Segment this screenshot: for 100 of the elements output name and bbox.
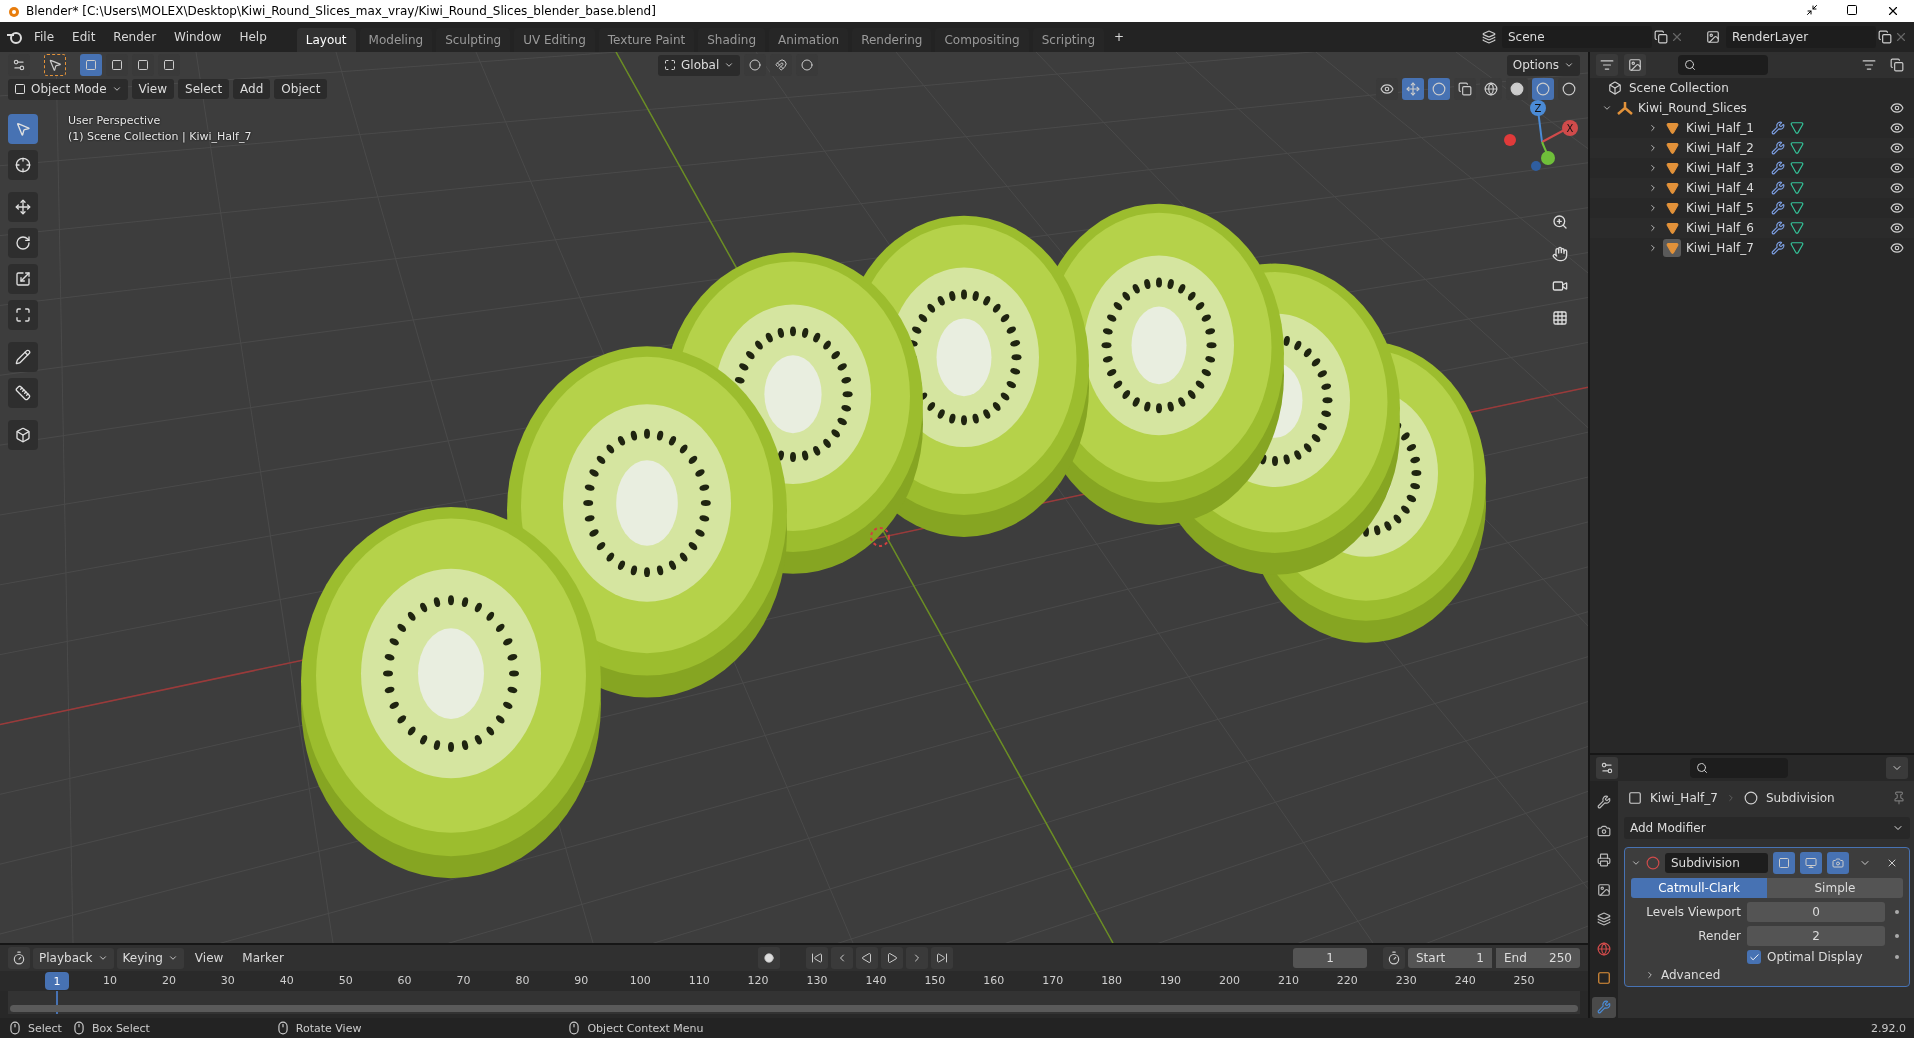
select-mode-icon[interactable] bbox=[80, 54, 102, 76]
overlay-toggle-icon[interactable] bbox=[1428, 78, 1450, 100]
add-cube-tool[interactable] bbox=[8, 420, 38, 450]
mesh-data-icon[interactable] bbox=[1790, 121, 1804, 135]
mesh-data-icon[interactable] bbox=[1790, 181, 1804, 195]
app-logo-icon[interactable] bbox=[6, 29, 24, 45]
prev-keyframe-icon[interactable] bbox=[830, 947, 853, 969]
editor-type-icon[interactable] bbox=[1596, 757, 1618, 779]
keyframe-dot-icon[interactable] bbox=[1895, 934, 1899, 938]
view-layer-icon[interactable] bbox=[1624, 54, 1646, 76]
outliner-item[interactable]: Kiwi_Half_4 bbox=[1686, 181, 1766, 195]
wrench-icon[interactable] bbox=[1771, 181, 1785, 195]
viewport-menu[interactable]: Add bbox=[233, 79, 271, 99]
outliner-item[interactable]: Kiwi_Round_Slices bbox=[1638, 101, 1885, 115]
render-layer-field[interactable]: RenderLayer bbox=[1726, 26, 1876, 48]
end-frame-field[interactable]: End 250 bbox=[1496, 948, 1580, 968]
wrench-icon[interactable] bbox=[1771, 241, 1785, 255]
scene-field[interactable]: Scene bbox=[1502, 26, 1652, 48]
outliner-item[interactable]: Kiwi_Half_6 bbox=[1686, 221, 1766, 235]
3d-viewport[interactable]: Global Options Object Mode View Select Add Object User Perspective (1) Scene Collection | Kiwi_Half_7 Z X bbox=[0, 52, 1588, 943]
outliner-item[interactable]: Kiwi_Half_7 bbox=[1686, 241, 1766, 255]
visibility-eye-icon[interactable] bbox=[1890, 201, 1904, 215]
mesh-data-icon[interactable] bbox=[1790, 201, 1804, 215]
wrench-icon[interactable] bbox=[1771, 141, 1785, 155]
visibility-eye-icon[interactable] bbox=[1890, 141, 1904, 155]
search-field[interactable] bbox=[1678, 55, 1768, 75]
workspace-tab[interactable]: Layout bbox=[296, 28, 356, 52]
measure-tool[interactable] bbox=[8, 378, 38, 408]
menu-item[interactable]: Edit bbox=[64, 27, 104, 47]
outliner-item[interactable]: Scene Collection bbox=[1629, 81, 1729, 95]
add-modifier-dropdown[interactable]: Add Modifier bbox=[1624, 817, 1910, 839]
options-dropdown[interactable]: Options bbox=[1506, 54, 1580, 76]
timeline-track[interactable] bbox=[8, 991, 1580, 1014]
wrench-icon[interactable] bbox=[1771, 121, 1785, 135]
mode-dropdown[interactable]: Object Mode bbox=[8, 78, 128, 100]
navigation-gizmo[interactable]: Z X bbox=[1502, 94, 1582, 174]
viewport-menu[interactable]: View bbox=[131, 79, 175, 99]
cursor-tool[interactable] bbox=[8, 150, 38, 180]
keyframe-dot-icon[interactable] bbox=[1895, 910, 1899, 914]
maximize-icon[interactable] bbox=[1846, 4, 1858, 16]
subpanel-header[interactable]: Advanced bbox=[1661, 968, 1721, 982]
menu-item[interactable]: Help bbox=[231, 27, 275, 47]
display-mode-icon[interactable] bbox=[1596, 54, 1618, 76]
start-frame-field[interactable]: Start 1 bbox=[1408, 948, 1492, 968]
close-icon[interactable] bbox=[1886, 4, 1900, 18]
jump-start-icon[interactable] bbox=[805, 947, 828, 969]
minimize-icon[interactable] bbox=[1806, 4, 1818, 16]
visibility-eye-icon[interactable] bbox=[1890, 121, 1904, 135]
menu-item[interactable]: Render bbox=[105, 27, 165, 47]
wrench-icon[interactable] bbox=[1771, 221, 1785, 235]
jump-end-icon[interactable] bbox=[930, 947, 953, 969]
outliner-item[interactable]: Kiwi_Half_1 bbox=[1686, 121, 1766, 135]
expand-toggle-icon[interactable] bbox=[1602, 103, 1612, 113]
menu-item[interactable]: Window bbox=[166, 27, 230, 47]
visibility-eye-icon[interactable] bbox=[1890, 101, 1904, 115]
outliner-item[interactable]: Kiwi_Half_5 bbox=[1686, 201, 1766, 215]
render-toggle-icon[interactable] bbox=[1827, 852, 1849, 874]
mesh-data-icon[interactable] bbox=[1790, 221, 1804, 235]
orientation-dropdown[interactable]: Global bbox=[658, 54, 741, 76]
move-tool[interactable] bbox=[8, 192, 38, 222]
number-field[interactable]: 2 bbox=[1747, 926, 1885, 946]
modifier-name-field[interactable]: Subdivision bbox=[1665, 853, 1768, 873]
menu-item[interactable]: File bbox=[26, 27, 63, 47]
copy-icon[interactable] bbox=[1654, 30, 1668, 44]
timeline-menu[interactable]: Marker bbox=[234, 948, 292, 968]
search-field[interactable] bbox=[1690, 758, 1788, 778]
viewport-toggle-icon[interactable] bbox=[1800, 852, 1822, 874]
outliner-item[interactable]: Kiwi_Half_2 bbox=[1686, 141, 1766, 155]
select-tool-icon[interactable] bbox=[44, 54, 66, 76]
record-icon[interactable] bbox=[757, 947, 780, 969]
current-frame-field[interactable]: 1 bbox=[1293, 948, 1367, 968]
modifier-tab-icon[interactable] bbox=[1592, 996, 1616, 1018]
viewport-menu[interactable]: Object bbox=[274, 79, 328, 99]
timeline-menu[interactable]: Keying bbox=[116, 947, 184, 969]
select-box-tool[interactable] bbox=[8, 114, 38, 144]
mesh-data-icon[interactable] bbox=[1790, 241, 1804, 255]
viewport-menu[interactable]: Select bbox=[178, 79, 230, 99]
outliner-item[interactable]: Kiwi_Half_3 bbox=[1686, 161, 1766, 175]
mesh-data-icon[interactable] bbox=[1790, 161, 1804, 175]
mesh-data-icon[interactable] bbox=[1790, 141, 1804, 155]
stopwatch-icon[interactable] bbox=[1383, 947, 1405, 969]
scale-tool[interactable] bbox=[8, 264, 38, 294]
subdivision-type-button[interactable]: Simple bbox=[1767, 878, 1903, 898]
keyframe-dot-icon[interactable] bbox=[1895, 955, 1899, 959]
checkbox[interactable] bbox=[1747, 950, 1761, 964]
copy-icon[interactable] bbox=[1878, 30, 1892, 44]
annotate-tool[interactable] bbox=[8, 342, 38, 372]
wrench-icon[interactable] bbox=[1771, 161, 1785, 175]
play-reverse-icon[interactable] bbox=[855, 947, 878, 969]
visibility-eye-icon[interactable] bbox=[1890, 241, 1904, 255]
material-shading-icon[interactable] bbox=[1532, 78, 1554, 100]
rotate-tool[interactable] bbox=[8, 228, 38, 258]
timeline-menu[interactable]: Playback bbox=[33, 947, 114, 969]
wrench-icon[interactable] bbox=[1771, 201, 1785, 215]
visibility-eye-icon[interactable] bbox=[1890, 181, 1904, 195]
transform-tool[interactable] bbox=[8, 300, 38, 330]
pin-icon[interactable] bbox=[1892, 791, 1906, 805]
number-field[interactable]: 0 bbox=[1747, 902, 1885, 922]
add-workspace-button[interactable]: + bbox=[1106, 27, 1133, 47]
timeline-menu[interactable]: View bbox=[186, 948, 232, 968]
